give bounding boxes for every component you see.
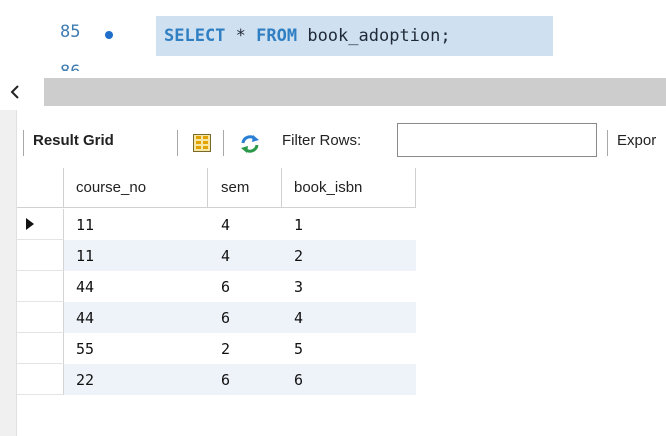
cell-sem[interactable]: 6 — [208, 364, 282, 395]
row-selector[interactable] — [17, 364, 64, 395]
sql-star: * — [225, 26, 257, 46]
cell-sem[interactable]: 4 — [208, 240, 282, 271]
cell-sem[interactable]: 2 — [208, 333, 282, 364]
result-grid-tab[interactable]: Result Grid — [33, 132, 114, 149]
table-row[interactable]: 22 6 6 — [17, 364, 416, 395]
cell-book-isbn[interactable]: 5 — [282, 333, 416, 364]
refresh-icon[interactable] — [240, 134, 260, 154]
cell-course-no[interactable]: 11 — [64, 209, 208, 240]
cell-sem[interactable]: 6 — [208, 302, 282, 333]
toolbar-separator — [223, 130, 224, 156]
filter-rows-label: Filter Rows: — [282, 132, 362, 149]
result-toolbar: Result Grid Filter Rows: Expor — [17, 120, 666, 166]
sql-table-name: book_adoption; — [297, 26, 451, 46]
cell-book-isbn[interactable]: 1 — [282, 209, 416, 240]
current-row-pointer-icon — [26, 218, 34, 230]
grid-header-row: course_no sem book_isbn — [17, 168, 416, 208]
column-header-course-no[interactable]: course_no — [64, 168, 208, 208]
row-selector[interactable] — [17, 333, 64, 364]
cell-book-isbn[interactable]: 4 — [282, 302, 416, 333]
cell-book-isbn[interactable]: 6 — [282, 364, 416, 395]
statement-marker-icon — [105, 31, 113, 39]
cell-course-no[interactable]: 11 — [64, 240, 208, 271]
cell-course-no[interactable]: 22 — [64, 364, 208, 395]
cell-sem[interactable]: 4 — [208, 209, 282, 240]
left-panel-edge — [0, 110, 17, 436]
result-grid[interactable]: course_no sem book_isbn 11 4 1 11 4 2 44… — [17, 168, 416, 412]
toolbar-separator — [607, 130, 608, 156]
scroll-left-button[interactable] — [0, 78, 30, 106]
column-header-sem[interactable]: sem — [208, 168, 282, 208]
form-view-icon[interactable] — [193, 134, 211, 152]
table-row[interactable]: 55 2 5 — [17, 333, 416, 364]
sql-statement-line[interactable]: SELECT * FROM book_adoption; — [156, 16, 553, 56]
sql-keyword-from: FROM — [256, 26, 298, 46]
table-row[interactable]: 44 6 3 — [17, 271, 416, 302]
table-row[interactable]: 11 4 2 — [17, 240, 416, 271]
filter-rows-input[interactable] — [397, 123, 597, 157]
line-number: 85 — [60, 22, 81, 42]
column-header-book-isbn[interactable]: book_isbn — [282, 168, 416, 208]
chevron-left-icon — [10, 85, 19, 99]
sql-keyword-select: SELECT — [164, 26, 226, 46]
cell-course-no[interactable]: 44 — [64, 302, 208, 333]
cell-book-isbn[interactable]: 2 — [282, 240, 416, 271]
export-button[interactable]: Expor — [617, 132, 656, 149]
cell-book-isbn[interactable]: 3 — [282, 271, 416, 302]
table-row[interactable]: 11 4 1 — [17, 209, 416, 240]
row-selector[interactable] — [17, 209, 64, 240]
cell-course-no[interactable]: 44 — [64, 271, 208, 302]
toolbar-separator — [23, 130, 24, 156]
toolbar-separator — [177, 130, 178, 156]
horizontal-scrollbar[interactable] — [0, 78, 666, 110]
table-row[interactable]: 44 6 4 — [17, 302, 416, 333]
cell-sem[interactable]: 6 — [208, 271, 282, 302]
row-selector-header[interactable] — [17, 168, 64, 208]
sql-editor[interactable]: 85 SELECT * FROM book_adoption; 86 — [0, 0, 666, 80]
row-selector[interactable] — [17, 240, 64, 271]
row-selector[interactable] — [17, 302, 64, 333]
row-selector[interactable] — [17, 271, 64, 302]
cell-course-no[interactable]: 55 — [64, 333, 208, 364]
scrollbar-track[interactable] — [44, 78, 666, 106]
